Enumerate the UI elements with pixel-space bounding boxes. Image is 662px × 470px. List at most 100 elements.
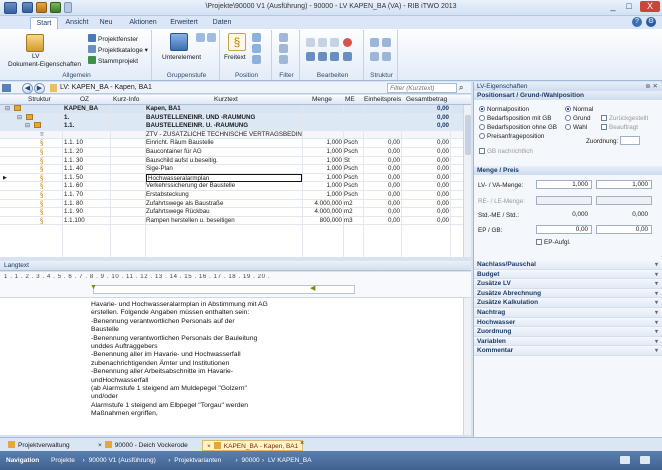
re-menge-field[interactable] [536,196,592,205]
cell-gesamtbetrag[interactable]: 0,00 [404,105,449,114]
lv-doc-label-1[interactable]: LV [32,53,39,60]
table-row[interactable]: § 1.1. 30 Bauschild aufst u.beseitig. 1,000… [0,156,463,166]
cell-me[interactable]: Psch [344,174,362,183]
cell-oz[interactable]: 1.1. 40 [64,165,110,174]
section-kommentar[interactable]: Kommentar ▾ [474,347,662,356]
cell-gesamtbetrag[interactable]: 0,00 [404,174,449,183]
cell-oz[interactable]: 1.1. 80 [64,200,110,209]
cell-oz[interactable]: 1.1. 20 [64,148,110,157]
cell-oz[interactable]: 1.1. 90 [64,208,110,217]
cell-kurztext[interactable]: Zufahrtswege als Baustraße [146,200,302,209]
section-variablen[interactable]: Variablen ▾ [474,337,662,347]
section-zusätze-abrechnung[interactable]: Zusätze Abrechnung ▾ [474,289,662,299]
table-row[interactable]: § 1.1. 90 Zufahrtswege Rückbau 4.000,000 m2 0… [0,208,463,217]
section-zusätze-lv[interactable]: Zusätze LV ▾ [474,280,662,289]
section-positionsart[interactable]: Positionsart / Grund-/Wahlposition [474,91,662,100]
table-row[interactable]: § 1.1. 80 Zufahrtswege als Baustraße 4.000,… [0,199,463,209]
lv-document-icon[interactable] [26,34,44,52]
cell-einheitspreis[interactable]: 0,00 [366,182,400,191]
cell-menge[interactable]: 1,000 [302,139,342,148]
std-me-field[interactable]: 0,000 [536,210,592,219]
panel-pin-icon[interactable]: ⊕ ✕ [645,82,658,91]
filter-input[interactable] [387,83,457,93]
va-menge-field[interactable]: 1,000 [596,180,652,189]
cell-kurztext[interactable]: Baucontainer für AG [146,148,302,157]
table-row[interactable]: § 1.1. 60 Verkehrssicherung der Baustelle 1… [0,182,463,191]
cell-me[interactable]: m2 [344,208,362,217]
cell-einheitspreis[interactable]: 0,00 [366,165,400,174]
paste-icon[interactable] [330,38,339,47]
doctab-close-icon[interactable]: × [300,440,304,447]
expand-icon[interactable] [370,38,379,47]
minimize-button[interactable]: _ [606,1,620,12]
filter-icon-2[interactable] [279,44,288,53]
cell-oz[interactable]: 1.1. 60 [64,182,110,191]
col-me[interactable]: ME [345,96,355,103]
expand-toggle-icon[interactable]: ⊟ [17,114,22,123]
filter-icon-1[interactable] [279,33,288,42]
cell-oz[interactable]: 1.1. 10 [64,139,110,148]
tab-neu[interactable]: Neu [96,17,116,29]
cell-kurztext[interactable]: Verkehrssicherung der Baustelle [146,182,302,191]
filter-icon-3[interactable] [279,55,288,64]
tab-aktionen[interactable]: Aktionen [126,17,160,29]
lv-menge-field[interactable]: 1,000 [536,180,592,189]
gruppenstufe-down-icon[interactable] [207,33,216,42]
position-tool-icon-1[interactable] [252,33,261,42]
section-menge-preis[interactable]: Menge / Preis [474,166,662,175]
tab-erweitert[interactable]: Erweitert [166,17,202,29]
cell-oz[interactable]: 1.1. 70 [64,191,110,200]
cell-menge[interactable]: 1,000 [302,191,342,200]
cell-me[interactable]: Psch [344,148,362,157]
cell-einheitspreis[interactable]: 0,00 [366,148,400,157]
table-row[interactable]: ⊟ 1. BAUSTELLENEINR. UND -RÄUMUNG 0,00 [0,113,463,123]
cell-kurztext[interactable]: Einricht. Räum Baustelle [146,139,302,148]
check-gb-nachrichtlich[interactable]: GB nachrichtlich [479,148,533,155]
cell-kurztext[interactable]: Bauschild aufst u.beseitig. [146,157,302,166]
col-einheitspreis[interactable]: Einheitspreis [364,96,401,103]
le-menge-field[interactable] [596,196,652,205]
cell-kurztext[interactable]: Rampen herstellen u. beseitigen [146,217,302,226]
section-zuordnung[interactable]: Zuordnung ▾ [474,328,662,337]
gruppenstufe-up-icon[interactable] [196,33,205,42]
cell-oz[interactable]: 1. [64,114,110,123]
radio-wahl[interactable]: Wahl [565,124,587,131]
grid-scroll-thumb[interactable] [465,115,471,155]
check-beauftragt[interactable]: Beauftragt [601,124,638,131]
unterelement-label[interactable]: Unterelement [162,54,201,61]
copy-icon[interactable] [318,38,327,47]
maximize-button[interactable]: □ [622,1,636,12]
cell-me[interactable]: Psch [344,191,362,200]
cell-kurztext[interactable]: Hochwasseralarmplan [146,173,302,183]
cell-kurztext[interactable]: BAUSTELLENEINR. UND -RÄUMUNG [146,114,302,123]
cell-oz[interactable]: 1.1. 50 [64,174,110,183]
radio-bedarf-mit-gb[interactable]: Bedarfsposition mit GB [479,115,551,122]
cell-einheitspreis[interactable]: 0,00 [366,191,400,200]
langtext-content[interactable]: Havarie- und Hochwasseralarmplan in Abst… [91,301,321,419]
cell-gesamtbetrag[interactable]: 0,00 [404,200,449,209]
search-icon[interactable]: ⌕ [459,83,463,93]
grid-scrollbar[interactable] [463,105,471,257]
doctab-kapen-ba-close-icon[interactable]: × [207,443,211,450]
cell-me[interactable]: m2 [344,200,362,209]
radio-normalposition[interactable]: Normalposition [479,106,529,113]
cell-me[interactable]: Psch [344,182,362,191]
level-up-icon[interactable] [370,52,379,61]
statusbar-crumb[interactable]: Projektvarianten [174,451,221,470]
cell-kurztext[interactable]: ZTV - ZUSÄTZLICHE TECHNISCHE VERTRAGSBED… [146,131,302,140]
cell-menge[interactable]: 1,000 [302,174,342,183]
freitext-label[interactable]: Freitext [224,54,246,61]
cell-me[interactable]: Psch [344,165,362,174]
level-down-icon[interactable] [382,52,391,61]
cell-gesamtbetrag[interactable]: 0,00 [404,191,449,200]
section-hochwasser[interactable]: Hochwasser ▾ [474,318,662,328]
col-oz[interactable]: OZ [80,96,89,103]
lv-doc-label-2[interactable]: Dokument-Eigenschaften [8,61,81,68]
cell-gesamtbetrag[interactable]: 0,00 [404,208,449,217]
replace-icon[interactable] [318,52,327,61]
langtext-editor[interactable]: Havarie- und Hochwasseralarmplan in Abst… [0,298,471,435]
cell-oz[interactable]: KAPEN_BA [64,105,110,114]
doctab-kapen-ba[interactable]: × KAPEN_BA - Kapen, BA1 [202,440,304,451]
std-field[interactable]: 0,000 [596,210,652,219]
table-row[interactable]: § ▶ 1.1. 50 Hochwasseralarmplan 1,000 Psch 0,0… [0,173,463,183]
